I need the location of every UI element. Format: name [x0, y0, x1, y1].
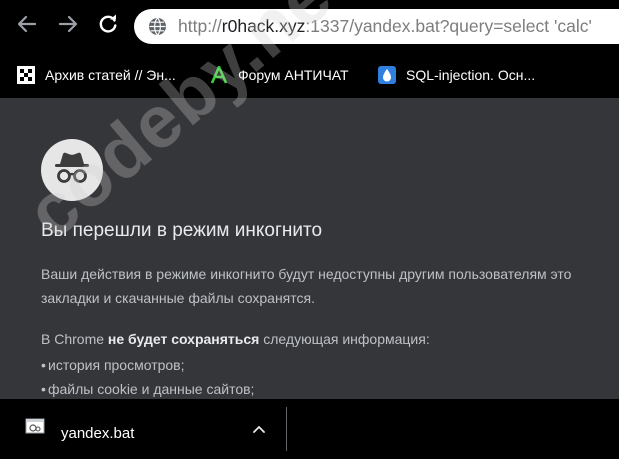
drop-favicon-icon — [378, 66, 396, 84]
download-shelf: yandex.bat — [0, 399, 619, 459]
reload-button[interactable] — [95, 11, 121, 37]
page-heading: Вы перешли в режим инкогнито — [41, 220, 323, 241]
download-filename[interactable]: yandex.bat — [61, 425, 134, 442]
batch-file-icon — [25, 418, 45, 434]
not-saved-bold: не будет сохраняться — [107, 331, 260, 347]
reload-icon — [99, 14, 117, 33]
back-button[interactable] — [14, 11, 40, 37]
arrow-left-icon — [17, 15, 37, 33]
description-line-1: Ваши действия в режиме инкогнито будут н… — [41, 266, 572, 282]
bookmark-label: SQL-injection. Осн... — [406, 67, 536, 83]
not-saved-intro: В Chrome не будет сохраняться следующая … — [41, 331, 430, 347]
incognito-icon — [41, 139, 103, 201]
divider — [286, 407, 287, 451]
browser-toolbar: http://r0hack.xyz:1337/yandex.bat?query=… — [0, 0, 619, 52]
not-saved-pre: В Chrome — [41, 331, 108, 347]
bookmark-label: Архив статей // Эн... — [45, 67, 176, 83]
bookmark-archive[interactable]: Архив статей // Эн... — [17, 64, 176, 86]
bookmark-label: Форум АНТИЧАТ — [238, 67, 349, 83]
url-host: r0hack.xyz — [221, 16, 306, 36]
bookmark-sqli[interactable]: SQL-injection. Осн... — [378, 64, 535, 86]
bookmark-antichat[interactable]: Форум АНТИЧАТ — [210, 64, 349, 86]
bookmarks-bar: Архив статей // Эн... Форум АНТИЧАТ SQL-… — [0, 52, 619, 98]
url-text[interactable]: http://r0hack.xyz:1337/yandex.bat?query=… — [178, 16, 592, 37]
checker-favicon-icon — [17, 66, 35, 84]
url-path: :1337/yandex.bat?query=select 'calc' — [305, 16, 592, 36]
address-bar[interactable]: http://r0hack.xyz:1337/yandex.bat?query=… — [134, 9, 619, 44]
url-scheme: http:// — [178, 16, 222, 36]
incognito-page: Вы перешли в режим инкогнито Ваши действ… — [0, 98, 619, 399]
forward-button[interactable] — [55, 11, 81, 37]
chevron-up-icon[interactable] — [250, 422, 268, 436]
antichat-a-icon — [210, 66, 228, 84]
globe-icon — [148, 17, 167, 36]
list-item: история просмотров; — [41, 357, 184, 373]
description-line-2: закладки и скачанные файлы сохранятся. — [41, 290, 315, 306]
not-saved-post: следующая информация: — [259, 331, 430, 347]
list-item: файлы cookie и данные сайтов; — [41, 381, 254, 397]
arrow-right-icon — [58, 15, 78, 33]
